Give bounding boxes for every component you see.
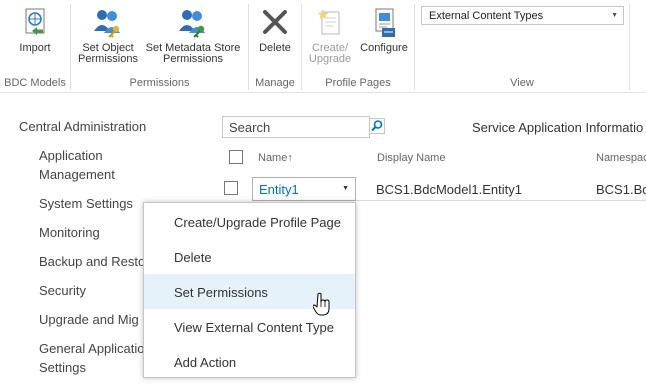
search-input[interactable]: Search (222, 116, 370, 138)
group-bdc-models: Import BDC Models (0, 0, 70, 92)
nav-item-application-management[interactable]: Application Management (39, 146, 115, 184)
set-metadata-store-permissions-button[interactable]: Set Metadata Store Permissions (143, 6, 243, 65)
users-key-icon (91, 6, 125, 40)
create-upgrade-button[interactable]: Create/ Upgrade (308, 6, 352, 65)
group-label-manage: Manage (255, 77, 295, 89)
hand-pointer-icon (312, 292, 331, 321)
import-button[interactable]: Import (12, 6, 58, 54)
group-label-view: View (510, 77, 534, 89)
nav-item-label: System Settings (39, 196, 133, 211)
group-profile-pages: Create/ Upgrade Configure Profile Pages (302, 0, 414, 92)
nav-item-label: Management (39, 167, 115, 182)
column-header-name[interactable]: Name↑ (258, 152, 293, 164)
view-select-value: External Content Types (429, 10, 544, 22)
users-key-icon (176, 6, 210, 40)
service-application-information-link[interactable]: Service Application Informatio (472, 120, 643, 135)
menu-item-create-upgrade-profile-page[interactable]: Create/Upgrade Profile Page (144, 204, 355, 239)
menu-item-delete[interactable]: Delete (144, 239, 355, 274)
delete-x-icon (258, 6, 292, 40)
nav-item-security[interactable]: Security (39, 281, 86, 300)
group-label-permissions: Permissions (129, 77, 190, 89)
search-input-text: Search (229, 120, 271, 135)
set-object-permissions-button[interactable]: Set Object Permissions (76, 6, 140, 65)
search-icon[interactable] (369, 118, 385, 134)
ribbon: Import BDC Models Set Object Permissions (0, 0, 646, 93)
row-divider (356, 200, 646, 201)
delete-label: Delete (259, 42, 291, 54)
nav-item-monitoring[interactable]: Monitoring (39, 223, 100, 242)
entity-name-dropdown[interactable]: Entity1 ▼ (252, 177, 356, 201)
context-menu: Create/Upgrade Profile Page Delete Set P… (143, 202, 356, 378)
column-header-display-name[interactable]: Display Name (377, 152, 445, 164)
nav-item-label: General Applicatio (39, 341, 145, 356)
group-label-bdc-models: BDC Models (4, 77, 66, 89)
configure-button[interactable]: Configure (357, 6, 411, 54)
nav-item-label: Backup and Resto (39, 254, 146, 269)
cell-namespace: BCS1.Bdc (596, 182, 646, 197)
sort-ascending-icon: ↑ (287, 152, 293, 164)
set-metadata-store-permissions-label-2: Permissions (163, 53, 223, 65)
create-upgrade-label-2: Upgrade (308, 53, 352, 65)
entity-name-link[interactable]: Entity1 (259, 182, 299, 197)
select-all-checkbox[interactable] (229, 150, 243, 164)
column-header-label: Name (258, 152, 288, 164)
chevron-down-icon[interactable]: ▼ (342, 185, 349, 192)
import-icon (18, 6, 52, 40)
menu-item-add-action[interactable]: Add Action (144, 344, 355, 379)
group-label-profile-pages: Profile Pages (325, 77, 391, 89)
group-divider (629, 4, 630, 90)
row-checkbox[interactable] (224, 181, 238, 195)
nav-item-label: Monitoring (39, 225, 100, 240)
group-manage: Delete Manage (249, 0, 301, 92)
import-label: Import (19, 42, 51, 54)
nav-item-upgrade-and-migration[interactable]: Upgrade and Mig (39, 310, 139, 329)
nav-item-backup-and-restore[interactable]: Backup and Resto (39, 252, 145, 271)
nav-item-label: Upgrade and Mig (39, 312, 139, 327)
set-object-permissions-label-2: Permissions (78, 53, 138, 65)
group-permissions: Set Object Permissions Set Metadata Stor… (71, 0, 248, 92)
view-select[interactable]: External Content Types ▼ (421, 6, 624, 25)
nav-item-label: Security (39, 283, 86, 298)
nav-item-system-settings[interactable]: System Settings (39, 194, 133, 213)
column-header-namespace[interactable]: Namespac (596, 152, 646, 164)
nav-item-label: Settings (39, 360, 86, 375)
cell-display-name: BCS1.BdcModel1.Entity1 (376, 182, 522, 197)
delete-button[interactable]: Delete (253, 6, 297, 54)
nav-central-administration[interactable]: Central Administration (19, 119, 146, 134)
page-star-icon (313, 6, 347, 40)
nav-item-label: Application (39, 148, 103, 163)
nav-item-general-application-settings[interactable]: General Applicatio Settings (39, 339, 145, 377)
chevron-down-icon: ▼ (611, 12, 618, 19)
configure-icon (367, 6, 401, 40)
configure-label: Configure (360, 42, 408, 54)
